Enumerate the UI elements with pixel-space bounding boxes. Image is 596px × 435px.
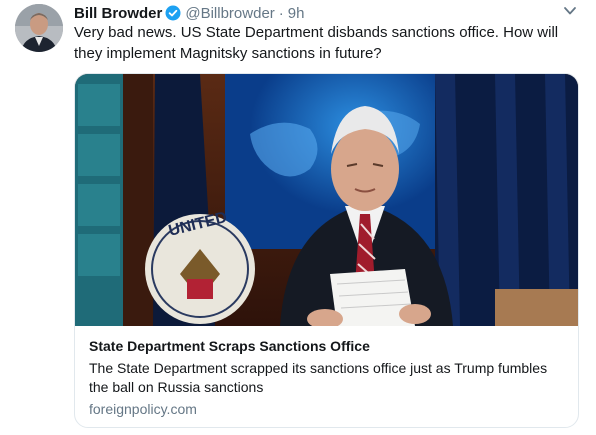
avatar-image [15,4,63,52]
card-title: State Department Scraps Sanctions Office [89,338,370,354]
card-photo: UNITED [75,74,578,326]
card-domain[interactable]: foreignpolicy.com [89,401,197,417]
separator-dot: · [278,4,284,22]
tweet-text: Very bad news. US State Department disba… [74,24,559,62]
card-image: UNITED [75,74,578,326]
display-name[interactable]: Bill Browder [74,5,162,22]
card-description: The State Department scrapped its sancti… [89,360,548,395]
timestamp[interactable]: 9h [288,5,305,22]
avatar[interactable] [15,4,63,52]
tweet-header: Bill Browder @Billbrowder · 9h [74,3,304,23]
user-handle[interactable]: @Billbrowder [185,5,274,22]
chevron-down-icon[interactable] [563,6,577,16]
tweet[interactable]: Bill Browder @Billbrowder · 9h Very bad … [0,0,596,435]
verified-badge-icon [165,5,181,21]
link-card[interactable]: UNITED State Department Scraps Sanctions… [74,73,579,428]
